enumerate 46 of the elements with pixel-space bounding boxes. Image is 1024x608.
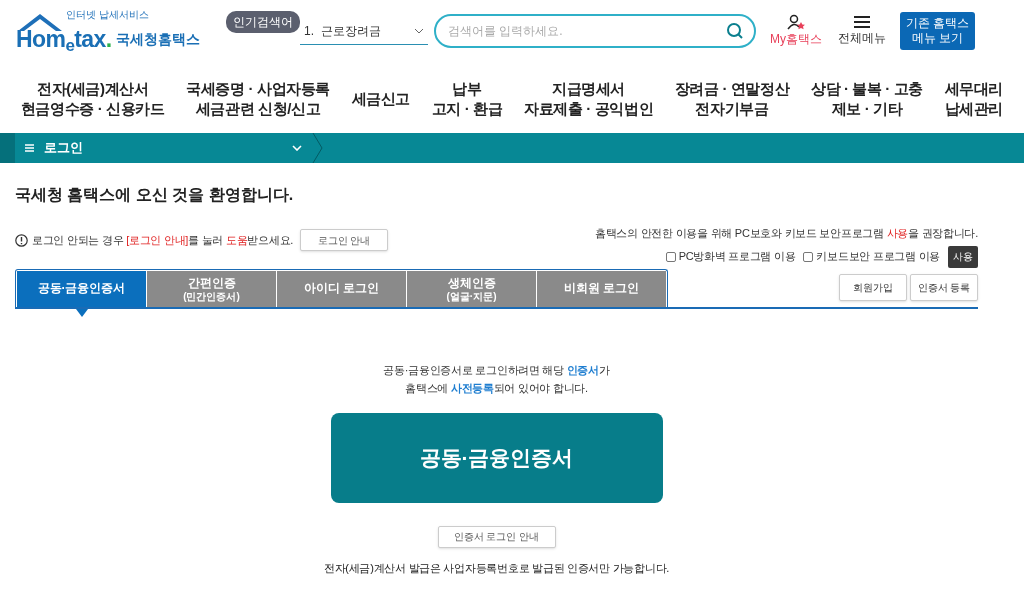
certificate-login-button[interactable]: 공동·금융인증서	[330, 412, 663, 503]
main-nav-item[interactable]: 전자(세금)계산서 현금영수증 · 신용카드	[20, 79, 165, 119]
login-guide-button[interactable]: 로그인 안내	[300, 229, 388, 251]
popular-search-select[interactable]: 1. 근로장려금	[300, 17, 428, 45]
breadcrumb-separator-icon	[312, 133, 324, 163]
search-field[interactable]: 검색어를 입력하세요.	[434, 14, 756, 48]
selected-tab-pointer	[75, 308, 88, 317]
all-menu-button[interactable]: 전체메뉴	[834, 15, 890, 47]
menu-icon	[854, 15, 870, 29]
hometax-logo[interactable]: 인터넷 납세서비스 Hom$_{e}$tax. 국세청홈택스	[16, 11, 206, 51]
security-checkbox[interactable]	[665, 251, 676, 262]
main-nav-item[interactable]: 장려금 · 연말정산 전자기부금	[674, 79, 790, 119]
sign-up-button[interactable]: 회원가입	[839, 273, 907, 301]
chevron-down-icon	[292, 145, 302, 151]
popular-search-badge: 인기검색어	[226, 11, 300, 33]
legacy-menu-button[interactable]: 기존 홈택스 메뉴 보기	[900, 12, 975, 50]
warning-icon	[15, 233, 28, 247]
register-certificate-button[interactable]: 인증서 등록	[910, 273, 978, 301]
welcome-heading: 국세청 홈택스에 오신 것을 환영합니다.	[15, 185, 295, 205]
certificate-guide-button[interactable]: 인증서 로그인 안내	[437, 525, 556, 548]
breadcrumb-home-strip	[0, 133, 15, 163]
checkbox-label: 키보드보안 프로그램 이용	[816, 249, 940, 265]
login-tab[interactable]: 공동·금융인증서	[17, 270, 146, 307]
search-icon[interactable]	[726, 22, 744, 40]
certificate-instruction-text: 공동·금융인증서로 로그인하려면 해당 인증서가	[383, 362, 610, 378]
main-nav-item[interactable]: 세무대리 납세관리	[944, 79, 1004, 119]
logo-wordmark: Hom$_{e}$tax.	[16, 28, 112, 51]
main-nav-item[interactable]: 납부 고지 · 환급	[431, 79, 503, 119]
breadcrumb-dropdown[interactable]: 로그인	[15, 133, 312, 163]
main-nav-item[interactable]: 세금신고	[351, 89, 411, 109]
menu-icon	[25, 144, 34, 152]
login-help-text: 로그인 안되는 경우 [로그인 안내]를 눌러 도움받으세요.	[32, 232, 293, 248]
main-nav-item[interactable]: 국세증명 · 사업자등록 세금관련 신청/신고	[186, 79, 331, 119]
security-notice-text: 홈택스의 안전한 이용을 위해 PC보호와 키보드 보안프로그램 사용을 권장합니다.	[595, 226, 978, 241]
logo-name: 국세청홈택스	[115, 30, 200, 49]
user-star-icon	[786, 14, 806, 30]
tax-invoice-note: 전자(세금)계산서 발급은 사업자등록번호로 발급된 인증서만 가능합니다.	[323, 560, 670, 576]
security-apply-button[interactable]: 사용	[948, 245, 978, 268]
main-nav-item[interactable]: 상담 · 불복 · 고충 제보 · 기타	[810, 79, 924, 119]
main-nav-item[interactable]: 지급명세서 자료제출 · 공익법인	[523, 79, 654, 119]
my-hometax-link[interactable]: My홈택스	[768, 14, 824, 48]
certificate-instruction-text: 홈택스에 사전등록되어 있어야 합니다.	[405, 380, 588, 396]
logo-tagline: 인터넷 납세서비스	[66, 9, 149, 21]
checkbox-label: PC방화벽 프로그램 이용	[678, 249, 796, 265]
chevron-down-icon	[414, 27, 424, 34]
security-checkbox[interactable]	[803, 251, 814, 262]
